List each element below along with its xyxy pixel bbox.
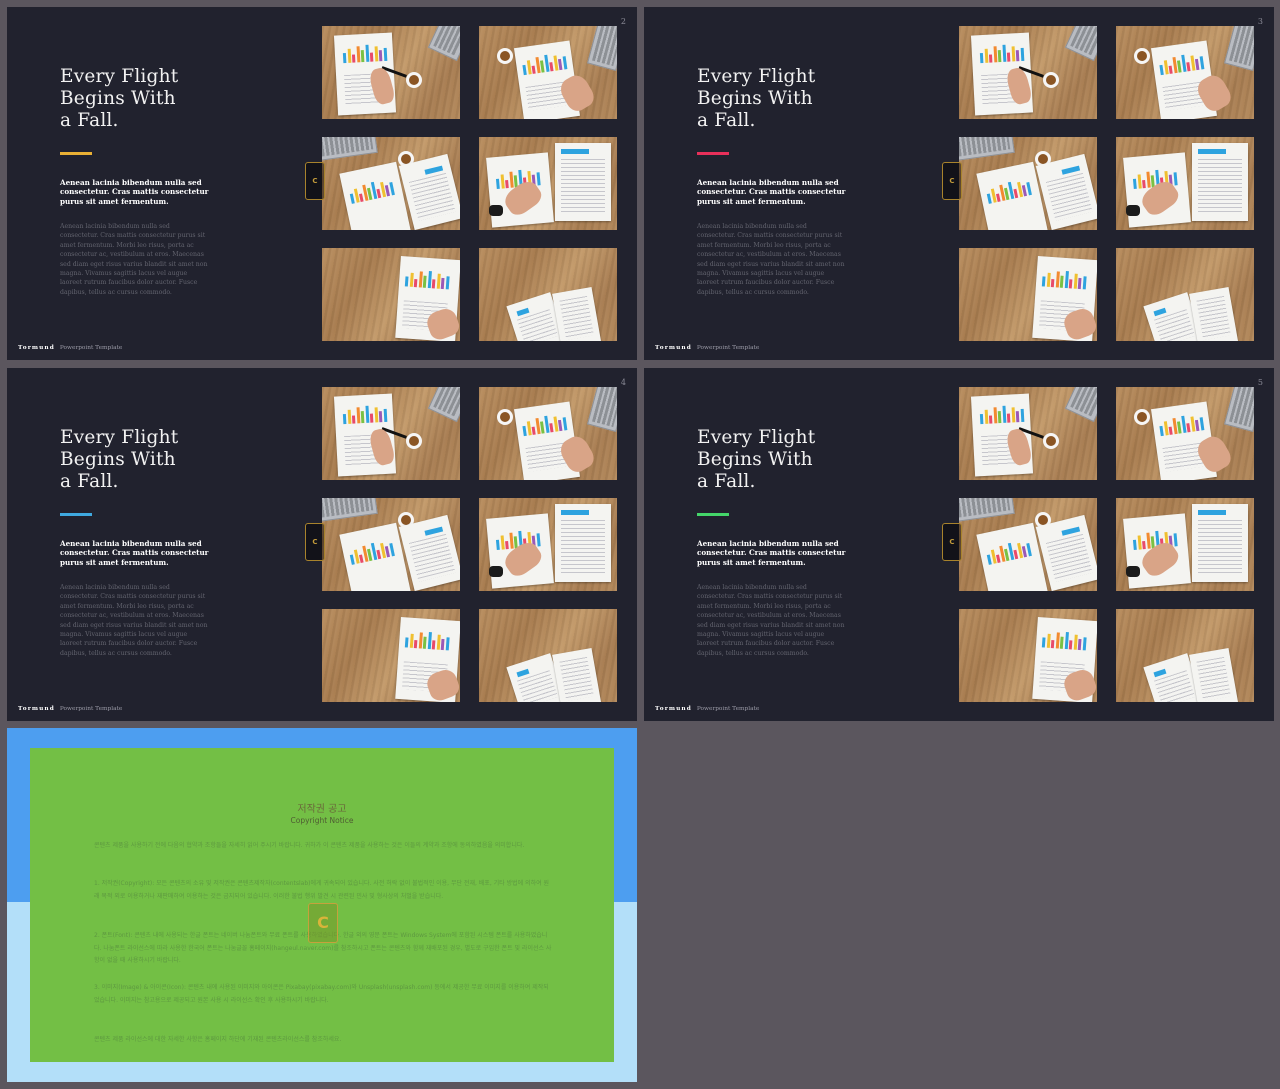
slide-title-line: a Fall. [697, 471, 756, 492]
photo-grid [959, 26, 1254, 343]
slide-title-line: Begins With [60, 88, 176, 109]
footer-brand: Tormund [655, 345, 692, 351]
desk-photo [1116, 498, 1254, 591]
slide-thumbnail-5[interactable]: 5 Every Flight Begins With a Fall. Aenea… [644, 368, 1274, 721]
slide-lead-text: Aenean lacinia bibendum nulla sed consec… [60, 178, 209, 206]
slide-title: Every Flight Begins With a Fall. [697, 66, 897, 132]
desk-photo [479, 387, 617, 480]
slide-title: Every Flight Begins With a Fall. [60, 427, 260, 493]
desk-photo [1116, 26, 1254, 119]
slide-thumbnail-4[interactable]: 4 Every Flight Begins With a Fall. Aenea… [7, 368, 637, 721]
photo-grid [322, 26, 617, 343]
footer-text: Powerpoint Template [696, 345, 760, 351]
desk-photo [322, 387, 460, 480]
contents-logo-mark: C [308, 903, 338, 943]
notice-paragraph-image: 3. 이미지(Image) & 아이콘(Icon): 콘텐츠 내에 사용된 이미… [94, 984, 549, 1004]
desk-photo [479, 137, 617, 230]
desk-photo [1116, 387, 1254, 480]
slide-body-text: Aenean lacinia bibendum nulla sed consec… [697, 584, 845, 657]
contents-logo-mark: C [305, 162, 325, 200]
slide-footer: Tormund Powerpoint Template [655, 345, 759, 351]
copyright-notice-slide[interactable]: 저작권 공고 Copyright Notice 콘텐츠 제품을 사용하기 전에 … [7, 728, 637, 1082]
desk-photo [959, 609, 1097, 702]
accent-bar [60, 513, 92, 516]
slide-footer: Tormund Powerpoint Template [18, 345, 122, 351]
slide-title-line: Begins With [697, 449, 813, 470]
slide-number: 2 [620, 17, 626, 26]
notice-paragraph-intro: 콘텐츠 제품을 사용하기 전에 다음의 협약과 조항들을 자세히 읽어 주시기 … [94, 842, 525, 849]
contents-logo-mark: C [305, 523, 325, 561]
desk-photo [479, 26, 617, 119]
desk-photo [959, 26, 1097, 119]
desk-photo [479, 609, 617, 702]
accent-bar [60, 152, 92, 155]
footer-text: Powerpoint Template [59, 706, 123, 712]
desk-photo [322, 498, 460, 591]
footer-brand: Tormund [18, 706, 55, 712]
slide-body-text: Aenean lacinia bibendum nulla sed consec… [697, 223, 845, 296]
slide-lead-text: Aenean lacinia bibendum nulla sed consec… [697, 539, 846, 567]
desk-photo [959, 248, 1097, 341]
slide-title-line: Begins With [60, 449, 176, 470]
slide-body-text: Aenean lacinia bibendum nulla sed consec… [60, 584, 208, 657]
notice-subtitle: Copyright Notice [290, 816, 354, 825]
desk-photo [1116, 137, 1254, 230]
notice-card: 저작권 공고 Copyright Notice 콘텐츠 제품을 사용하기 전에 … [30, 748, 614, 1062]
notice-paragraph-copyright: 1. 저작권(Copyright): 모든 콘텐츠의 소유 및 저작권은 콘텐츠… [94, 880, 550, 900]
slide-footer: Tormund Powerpoint Template [655, 706, 759, 712]
photo-grid [322, 387, 617, 704]
slide-title-line: Begins With [697, 88, 813, 109]
desk-photo [322, 137, 460, 230]
accent-bar [697, 513, 729, 516]
desk-photo [479, 498, 617, 591]
desk-photo [322, 609, 460, 702]
desk-photo [959, 498, 1097, 591]
notice-paragraph-license: 콘텐츠 제품 라이선스에 대한 자세한 사항은 홈페이지 하단에 기재된 콘텐츠… [94, 1036, 342, 1043]
photo-grid [959, 387, 1254, 704]
desk-photo [479, 248, 617, 341]
slide-title: Every Flight Begins With a Fall. [697, 427, 897, 493]
accent-bar [697, 152, 729, 155]
slide-number: 3 [1257, 17, 1263, 26]
desk-photo [1116, 609, 1254, 702]
slide-body-text: Aenean lacinia bibendum nulla sed consec… [60, 223, 208, 296]
slide-thumbnail-3[interactable]: 3 Every Flight Begins With a Fall. Aenea… [644, 7, 1274, 360]
desk-photo [959, 137, 1097, 230]
slide-title-line: a Fall. [60, 471, 119, 492]
footer-text: Powerpoint Template [59, 345, 123, 351]
notice-title: 저작권 공고 [297, 804, 347, 815]
footer-text: Powerpoint Template [696, 706, 760, 712]
footer-brand: Tormund [655, 706, 692, 712]
slide-title-line: Every Flight [60, 427, 179, 448]
desk-photo [322, 248, 460, 341]
slide-lead-text: Aenean lacinia bibendum nulla sed consec… [60, 539, 209, 567]
desk-photo [1116, 248, 1254, 341]
desk-photo [322, 26, 460, 119]
slide-lead-text: Aenean lacinia bibendum nulla sed consec… [697, 178, 846, 206]
slide-title-line: a Fall. [60, 110, 119, 131]
slide-title-line: Every Flight [60, 66, 179, 87]
footer-brand: Tormund [18, 345, 55, 351]
slide-thumbnail-2[interactable]: 2 Every Flight Begins With a Fall. Aenea… [7, 7, 637, 360]
contents-logo-mark: C [942, 162, 962, 200]
slide-number: 5 [1257, 378, 1263, 387]
slide-title-line: Every Flight [697, 66, 816, 87]
slide-title: Every Flight Begins With a Fall. [60, 66, 260, 132]
contents-logo-mark: C [942, 523, 962, 561]
desk-photo [959, 387, 1097, 480]
slide-footer: Tormund Powerpoint Template [18, 706, 122, 712]
slide-number: 4 [620, 378, 626, 387]
slide-title-line: a Fall. [697, 110, 756, 131]
slide-title-line: Every Flight [697, 427, 816, 448]
